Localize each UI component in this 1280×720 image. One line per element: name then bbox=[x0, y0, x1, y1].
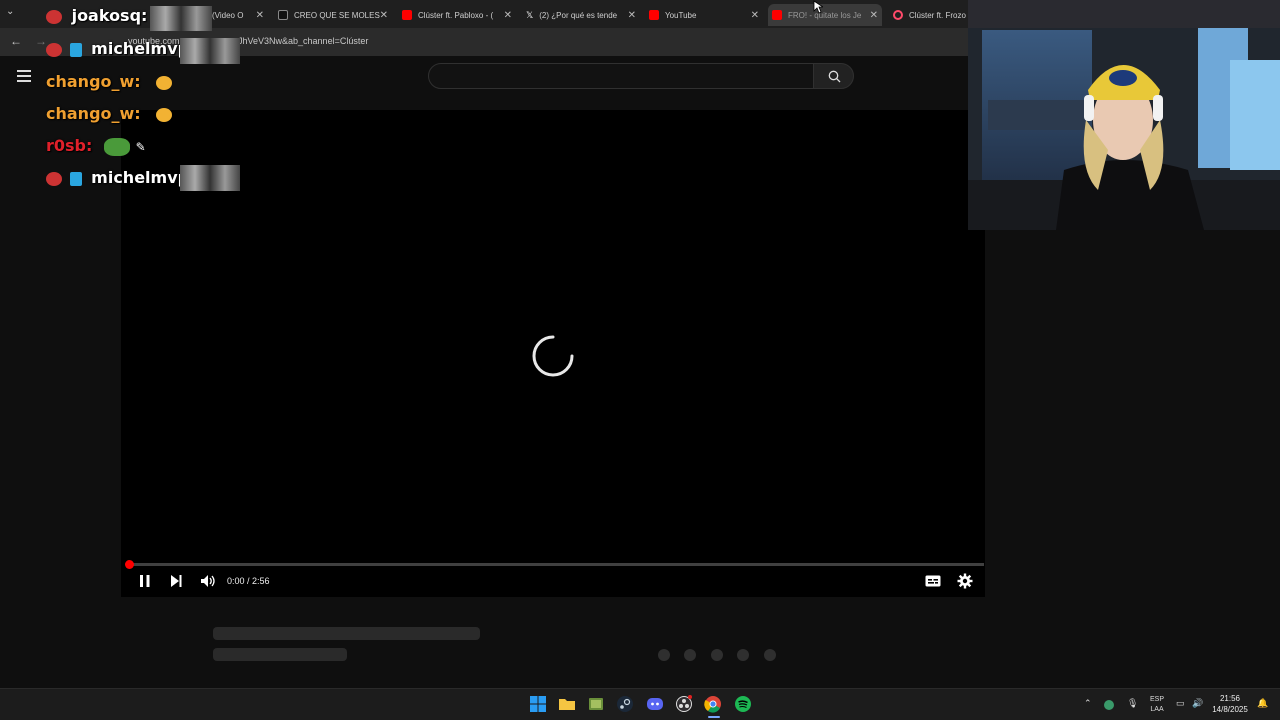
youtube-icon bbox=[649, 10, 659, 20]
search-icon bbox=[828, 70, 841, 83]
chat-message: joakosq: bbox=[46, 6, 147, 25]
progress-bar[interactable] bbox=[129, 563, 984, 566]
tab-title: Clúster ft. Pabloxo - ( bbox=[418, 10, 494, 20]
tab-x[interactable]: 𝕏 (2) ¿Por qué es tende ✕ bbox=[526, 4, 636, 26]
url-suffix[interactable]: JhVeV3Nw&ab_channel=Clúster bbox=[238, 36, 368, 46]
chat-image-emote bbox=[180, 165, 240, 191]
sub-badge-icon bbox=[69, 171, 82, 186]
x-icon: 𝕏 bbox=[526, 9, 534, 20]
pause-button[interactable] bbox=[138, 574, 152, 588]
language-code: ESP bbox=[1150, 696, 1165, 703]
close-tab-icon[interactable]: ✕ bbox=[504, 10, 512, 21]
volume-button[interactable] bbox=[200, 574, 216, 588]
hamburger-menu-icon[interactable] bbox=[17, 70, 31, 82]
language-indicator[interactable]: ESP LAA bbox=[1150, 695, 1164, 715]
next-button[interactable] bbox=[169, 574, 183, 588]
tray-time[interactable]: 21:56 bbox=[1212, 694, 1248, 703]
youtube-icon bbox=[772, 10, 782, 20]
steam-icon[interactable] bbox=[616, 695, 634, 713]
tab-list-dropdown-icon[interactable]: ⌄ bbox=[6, 6, 14, 17]
close-tab-icon[interactable]: ✕ bbox=[380, 10, 388, 21]
back-icon[interactable]: ← bbox=[10, 34, 22, 48]
loading-spinner-icon bbox=[532, 335, 574, 377]
sub-badge-icon bbox=[69, 42, 82, 57]
tray-overflow-icon[interactable]: ⌃ bbox=[1084, 698, 1092, 709]
volume-tray-icon[interactable]: 🔊 bbox=[1192, 698, 1203, 709]
tab-title: (Video O bbox=[212, 10, 244, 20]
frog-emote-icon bbox=[103, 137, 130, 156]
badge-icon bbox=[46, 9, 62, 24]
tab-tiktok[interactable]: CREO QUE SE MOLES ✕ bbox=[278, 4, 388, 26]
tab-cluster-pabloxo[interactable]: Clúster ft. Pabloxo - ( ✕ bbox=[402, 4, 512, 26]
scrubber-handle[interactable] bbox=[125, 560, 134, 569]
obs-icon[interactable] bbox=[675, 695, 693, 713]
action-skeleton bbox=[737, 649, 749, 661]
settings-gear-icon[interactable] bbox=[957, 573, 973, 589]
file-explorer-icon[interactable] bbox=[558, 695, 576, 713]
action-skeleton bbox=[658, 649, 670, 661]
search-input[interactable] bbox=[428, 63, 814, 89]
microphone-icon[interactable]: 🎙 bbox=[1127, 698, 1138, 709]
game-app-icon[interactable] bbox=[587, 695, 605, 713]
action-skeleton bbox=[764, 649, 776, 661]
badge-icon bbox=[46, 42, 62, 57]
streamer-webcam-image bbox=[968, 0, 1280, 230]
tab-title: Clúster ft. Frozo bbox=[909, 10, 966, 20]
chat-username: r0sb: bbox=[46, 136, 93, 155]
search-button[interactable] bbox=[813, 63, 854, 89]
windows-start-icon[interactable] bbox=[529, 695, 547, 713]
chat-message: r0sb: ✎ bbox=[46, 136, 146, 156]
pencil-emote-icon: ✎ bbox=[135, 140, 146, 154]
chat-image-emote bbox=[180, 38, 240, 64]
tab-youtube[interactable]: YouTube ✕ bbox=[649, 4, 759, 26]
tab-title: FRO! - quitate los Je bbox=[788, 10, 862, 20]
tab-title: (2) ¿Por qué es tende bbox=[539, 10, 618, 20]
tiktok-icon bbox=[278, 10, 288, 20]
close-tab-icon[interactable]: ✕ bbox=[751, 10, 759, 21]
channel-skeleton bbox=[213, 648, 347, 661]
time-display: 0:00 / 2:56 bbox=[227, 576, 270, 586]
action-skeleton bbox=[684, 649, 696, 661]
network-icon[interactable]: ▭ bbox=[1176, 698, 1185, 709]
app-icon bbox=[893, 10, 903, 20]
action-skeleton bbox=[711, 649, 723, 661]
tab-cluster-frozo[interactable]: Clúster ft. Frozo bbox=[893, 4, 968, 26]
tray-app-icon[interactable] bbox=[1104, 700, 1114, 710]
sunglasses-emoji-icon bbox=[156, 75, 173, 90]
chat-username: chango_w: bbox=[46, 72, 141, 91]
tab-fro[interactable]: FRO! - quitate los Je ✕ bbox=[768, 4, 882, 26]
chat-message: chango_w: bbox=[46, 72, 173, 91]
close-tab-icon[interactable]: ✕ bbox=[256, 10, 264, 21]
webcam-overlay bbox=[968, 0, 1280, 230]
active-app-indicator bbox=[708, 716, 720, 718]
sunglasses-emoji-icon bbox=[156, 107, 173, 122]
tab-title: YouTube bbox=[665, 10, 697, 20]
chat-message: chango_w: bbox=[46, 104, 173, 123]
badge-icon bbox=[46, 171, 62, 186]
close-tab-icon[interactable]: ✕ bbox=[870, 10, 878, 21]
subtitles-button[interactable] bbox=[925, 575, 941, 587]
close-tab-icon[interactable]: ✕ bbox=[628, 10, 636, 21]
tab-title: CREO QUE SE MOLES bbox=[294, 10, 380, 20]
youtube-icon bbox=[402, 10, 412, 20]
chat-username: joakosq: bbox=[71, 6, 148, 25]
title-skeleton bbox=[213, 627, 480, 640]
chrome-icon[interactable] bbox=[704, 695, 722, 713]
notifications-icon[interactable]: 🔔 bbox=[1257, 698, 1268, 709]
spotify-icon[interactable] bbox=[734, 695, 752, 713]
mouse-cursor-icon bbox=[813, 0, 823, 14]
tray-date[interactable]: 14/8/2025 bbox=[1212, 705, 1248, 714]
chat-username: chango_w: bbox=[46, 104, 141, 123]
keyboard-layout: LAA bbox=[1150, 706, 1164, 713]
chat-image-emote bbox=[150, 6, 212, 31]
chat-message: michelmvp: bbox=[46, 168, 195, 187]
chat-message: michelmvp: bbox=[46, 39, 195, 58]
discord-icon[interactable] bbox=[646, 695, 664, 713]
